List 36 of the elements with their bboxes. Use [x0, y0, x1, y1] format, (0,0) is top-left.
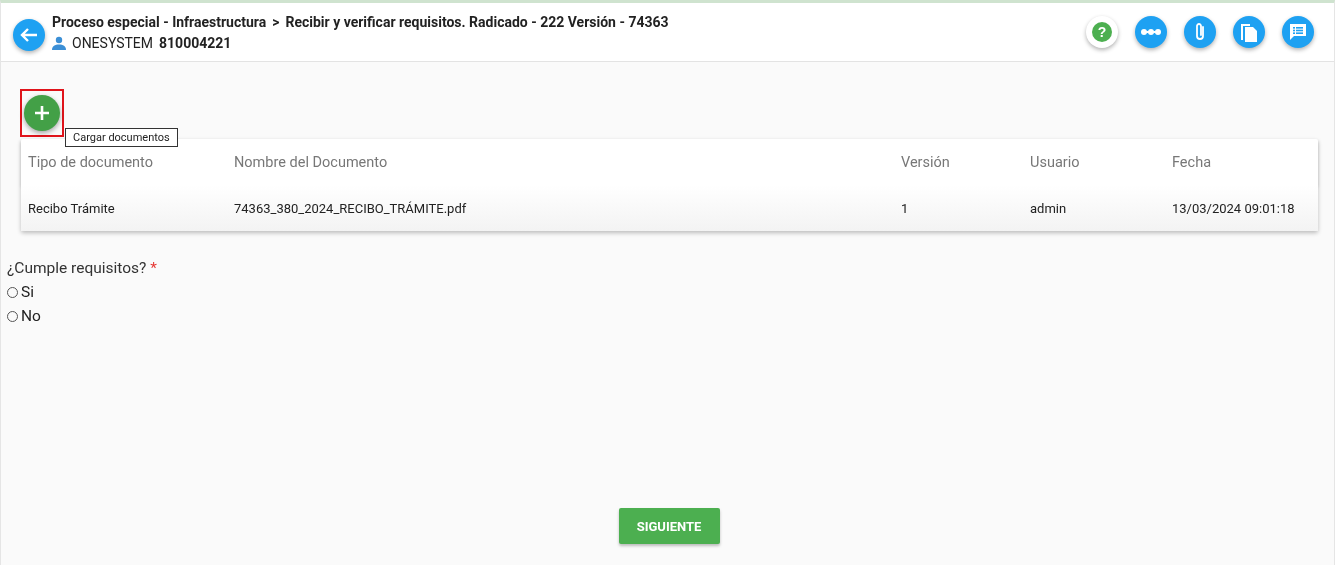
radio-label: No: [21, 307, 41, 325]
user-name: ONESYSTEM: [72, 34, 154, 51]
breadcrumb-item: Recibir y verificar requisitos. Radicado - 222 Versión - 74363: [285, 13, 669, 30]
column-header: Versión: [901, 153, 951, 171]
breadcrumb-separator: >: [272, 13, 280, 30]
comments-button[interactable]: [1282, 16, 1314, 48]
documents-button[interactable]: [1233, 16, 1265, 48]
comment-icon: [1288, 22, 1308, 42]
attachments-button[interactable]: [1184, 16, 1216, 48]
column-header: Fecha: [1172, 153, 1213, 171]
documents-icon: [1240, 22, 1258, 42]
help-icon: ?: [1092, 22, 1112, 42]
column-header: Usuario: [1030, 153, 1081, 171]
question-label: ¿Cumple requisitos?: [7, 259, 147, 277]
breadcrumb-item: Proceso especial - Infraestructura: [52, 13, 267, 30]
paperclip-icon: [1194, 22, 1206, 42]
user-icon: [52, 35, 66, 50]
required-mark: *: [150, 259, 157, 277]
next-button[interactable]: SIGUIENTE: [618, 508, 720, 544]
table-cell-text: 74363_380_2024_RECIBO_TRÁMITE.pdf: [234, 200, 468, 216]
back-arrow-icon: [20, 28, 38, 42]
column-header: Tipo de documento: [28, 153, 154, 171]
more-icon: [1141, 29, 1161, 35]
back-button[interactable]: [13, 19, 45, 51]
tooltip: Cargar documentos: [65, 128, 178, 147]
help-button[interactable]: ?: [1086, 16, 1118, 48]
more-button[interactable]: [1135, 16, 1167, 48]
plus-icon: [34, 105, 50, 121]
user-id: 810004221: [159, 34, 232, 51]
column-header: Nombre del Documento: [234, 153, 389, 171]
table-cell-text: 1: [901, 200, 910, 216]
table-cell-text: admin: [1030, 200, 1068, 216]
table-cell-text: Recibo Trámite: [28, 200, 116, 216]
add-button[interactable]: [24, 95, 60, 131]
table-cell-text: 13/03/2024 09:01:18: [1172, 200, 1296, 216]
radio-label: Si: [21, 283, 34, 301]
